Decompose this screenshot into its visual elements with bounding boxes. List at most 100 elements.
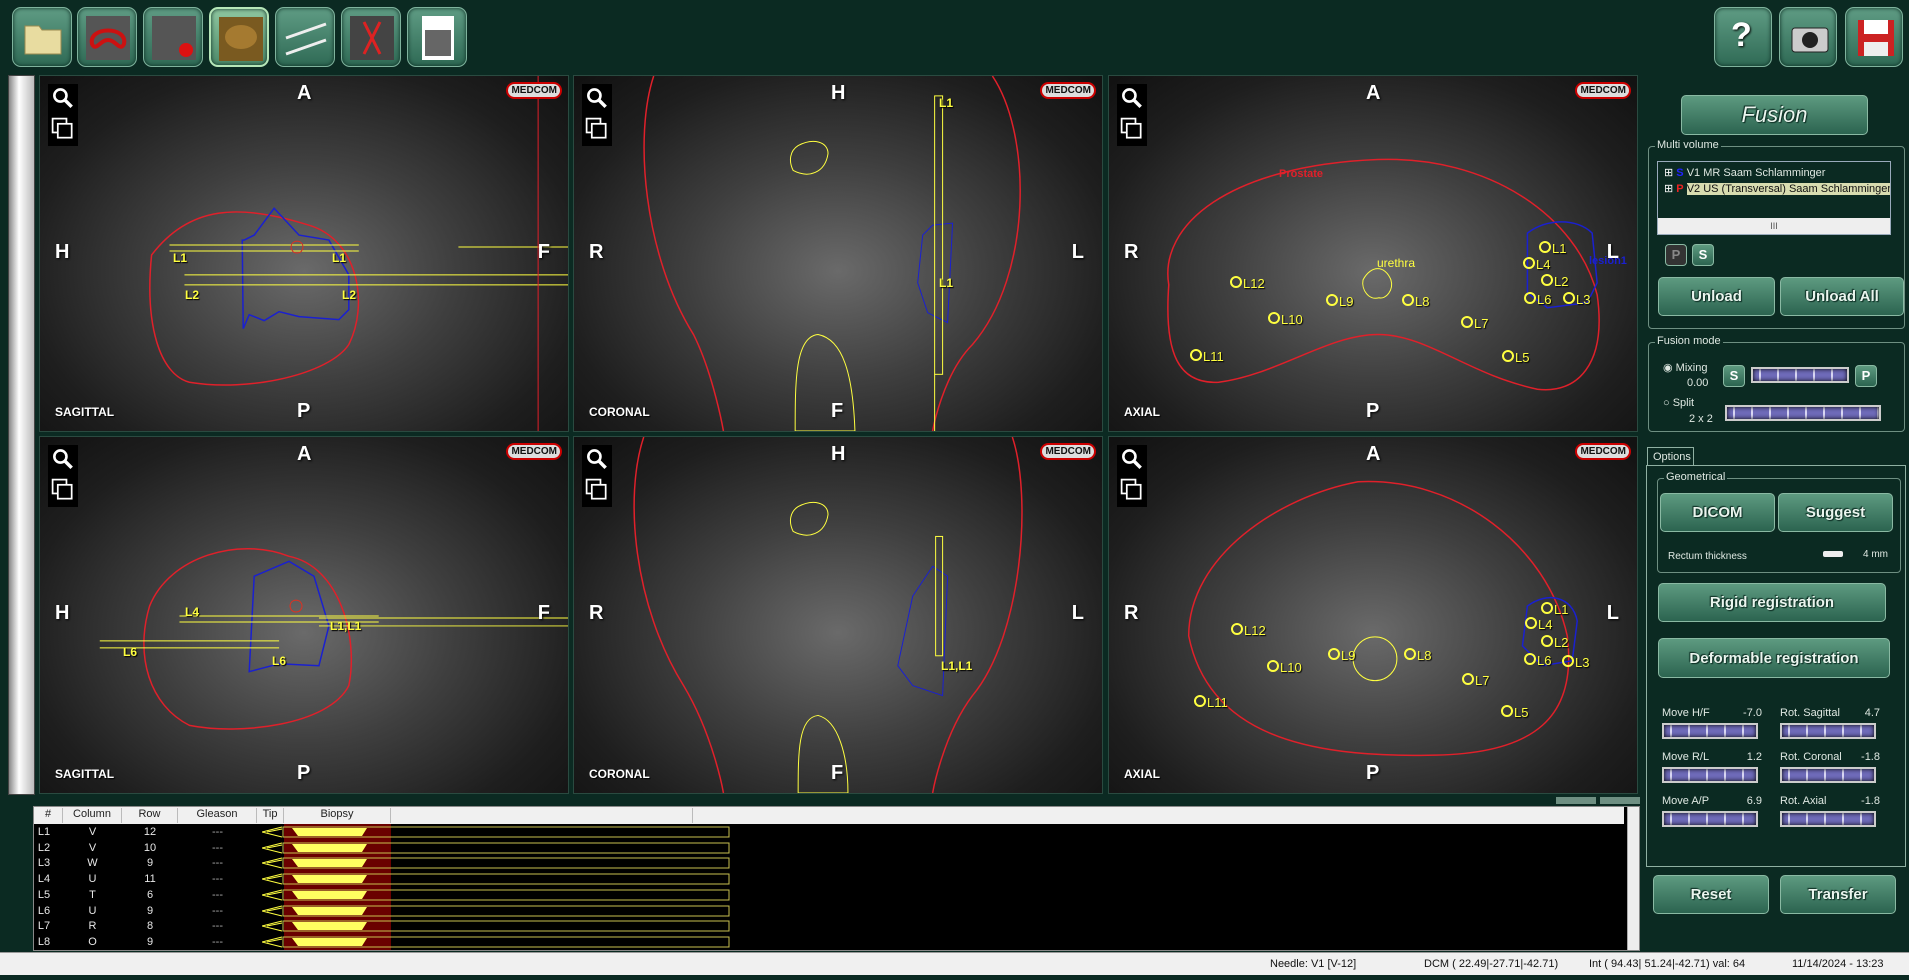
transfer-button[interactable]: Transfer [1780,875,1896,914]
s-toggle-button[interactable]: S [1692,244,1714,266]
header-number[interactable]: # [34,808,63,823]
biopsy-marker[interactable]: L10 [1267,660,1302,675]
biopsy-marker[interactable]: L4 [1525,617,1552,632]
save-button[interactable] [1845,7,1903,67]
zoom-icon[interactable] [50,447,76,473]
biopsy-marker[interactable]: L2 [1541,274,1568,289]
biopsy-marker[interactable]: L6 [1524,653,1551,668]
biopsy-marker[interactable]: L4 [1523,257,1550,272]
biopsy-marker[interactable]: L9 [1326,294,1353,309]
open-folder-button[interactable] [12,7,72,67]
param-slider[interactable] [1662,723,1758,739]
rectum-thickness-slider[interactable] [1823,551,1843,557]
axial-top-view[interactable]: MEDCOM A P R L AXIAL L1 L4 L2 L6 L3 L12 L9 L8 L10… [1108,75,1638,432]
biopsy-marker[interactable]: L6 [1524,292,1551,307]
zoom-icon[interactable] [584,447,610,473]
zoom-icon[interactable] [50,86,76,112]
sagittal-top-view[interactable]: MEDCOM A P H F SAGITTAL L1 L1 L2 L2 [39,75,569,432]
param-slider[interactable] [1780,767,1876,783]
suggest-button[interactable]: Suggest [1778,493,1893,532]
mixing-p-button[interactable]: P [1855,365,1877,387]
split-radio[interactable]: ○ Split [1663,397,1694,409]
param-slider[interactable] [1662,767,1758,783]
table-row[interactable]: L3 W 9 --- [34,855,1624,871]
param-value: 6.9 [1746,795,1762,807]
rigid-registration-button[interactable]: Rigid registration [1658,583,1886,622]
copy-icon[interactable] [1119,477,1145,503]
prostate-contour-button[interactable] [77,7,137,67]
fusion-button[interactable] [209,7,269,67]
reset-button[interactable]: Reset [1653,875,1769,914]
volume-item-v1[interactable]: ⊞ S V1 MR Saam Schlamminger [1664,166,1825,179]
lesion-marker-button[interactable] [143,7,203,67]
biopsy-marker[interactable]: L1 [1541,602,1568,617]
expand-button[interactable] [1600,797,1640,804]
biopsy-marker[interactable]: L12 [1230,276,1265,291]
tab-options[interactable]: Options [1647,447,1694,466]
table-row[interactable]: L6 U 9 --- [34,903,1624,919]
copy-icon[interactable] [50,116,76,142]
param-slider[interactable] [1662,811,1758,827]
volume-item-v2[interactable]: ⊞ P V2 US (Transversal) Saam Schlamminge… [1664,182,1890,195]
zoom-icon[interactable] [1119,447,1145,473]
horizontal-scrollbar[interactable]: III [1658,218,1890,234]
biopsy-plan-button[interactable] [341,7,401,67]
biopsy-marker[interactable]: L9 [1328,648,1355,663]
biopsy-marker[interactable]: L2 [1541,635,1568,650]
coronal-bottom-view[interactable]: MEDCOM H F R L CORONAL L1,L1 [573,436,1103,794]
param-slider[interactable] [1780,723,1876,739]
axial-bottom-view[interactable]: MEDCOM A P R L AXIAL L1 L4 L2 L6 L3 L12 L9 L8 L10… [1108,436,1638,794]
header-biopsy[interactable]: Biopsy [284,808,391,823]
dicom-button[interactable]: DICOM [1660,493,1775,532]
copy-icon[interactable] [584,477,610,503]
header-row[interactable]: Row [122,808,178,823]
table-row[interactable]: L1 V 12 --- [34,824,1624,840]
table-row[interactable]: L4 U 11 --- [34,871,1624,887]
table-row[interactable]: L5 T 6 --- [34,887,1624,903]
biopsy-marker[interactable]: L10 [1268,312,1303,327]
param-slider[interactable] [1780,811,1876,827]
scroll-thumb[interactable]: III [1770,221,1778,231]
biopsy-marker[interactable]: L12 [1231,623,1266,638]
deformable-registration-button[interactable]: Deformable registration [1658,638,1890,678]
copy-icon[interactable] [584,116,610,142]
mixing-s-button[interactable]: S [1723,365,1745,387]
coronal-top-view[interactable]: MEDCOM H F R L CORONAL L1 L1 [573,75,1103,432]
header-column[interactable]: Column [63,808,122,823]
biopsy-marker[interactable]: L3 [1562,655,1589,670]
table-row[interactable]: L2 V 10 --- [34,840,1624,856]
mixing-slider[interactable] [1751,367,1849,383]
biopsy-marker[interactable]: L11 [1194,695,1228,710]
mixing-radio[interactable]: ◉ Mixing [1663,361,1707,374]
header-tip[interactable]: Tip [257,808,284,823]
biopsy-marker[interactable]: L7 [1461,316,1488,331]
sagittal-bottom-view[interactable]: MEDCOM A P H F SAGITTAL L4 L1,L1 L6 L6 [39,436,569,794]
biopsy-marker[interactable]: L11 [1190,349,1224,364]
camera-button[interactable] [1779,7,1837,67]
biopsy-marker[interactable]: L5 [1501,705,1528,720]
biopsy-marker[interactable]: L7 [1462,673,1489,688]
header-gleason[interactable]: Gleason [178,808,257,823]
unload-all-button[interactable]: Unload All [1780,277,1904,316]
unload-button[interactable]: Unload [1658,277,1775,316]
help-button[interactable]: ? [1714,7,1772,67]
fusion-title-button[interactable]: Fusion [1681,95,1868,135]
copy-icon[interactable] [1119,116,1145,142]
collapse-button[interactable] [1556,797,1596,804]
table-row[interactable]: L7 R 8 --- [34,918,1624,934]
biopsy-marker[interactable]: L8 [1402,294,1429,309]
table-row[interactable]: L8 O 9 --- [34,934,1624,950]
split-slider[interactable] [1725,405,1881,421]
zoom-icon[interactable] [1119,86,1145,112]
p-toggle-button[interactable]: P [1665,244,1687,266]
report-button[interactable] [407,7,467,67]
copy-icon[interactable] [50,477,76,503]
biopsy-marker[interactable]: L8 [1404,648,1431,663]
biopsy-marker[interactable]: L5 [1502,350,1529,365]
biopsy-marker[interactable]: L1 [1539,241,1566,256]
table-vertical-scrollbar[interactable] [1627,807,1639,950]
biopsy-marker[interactable]: L3 [1563,292,1590,307]
needles-button[interactable] [275,7,335,67]
window-level-slider[interactable] [8,75,35,795]
zoom-icon[interactable] [584,86,610,112]
